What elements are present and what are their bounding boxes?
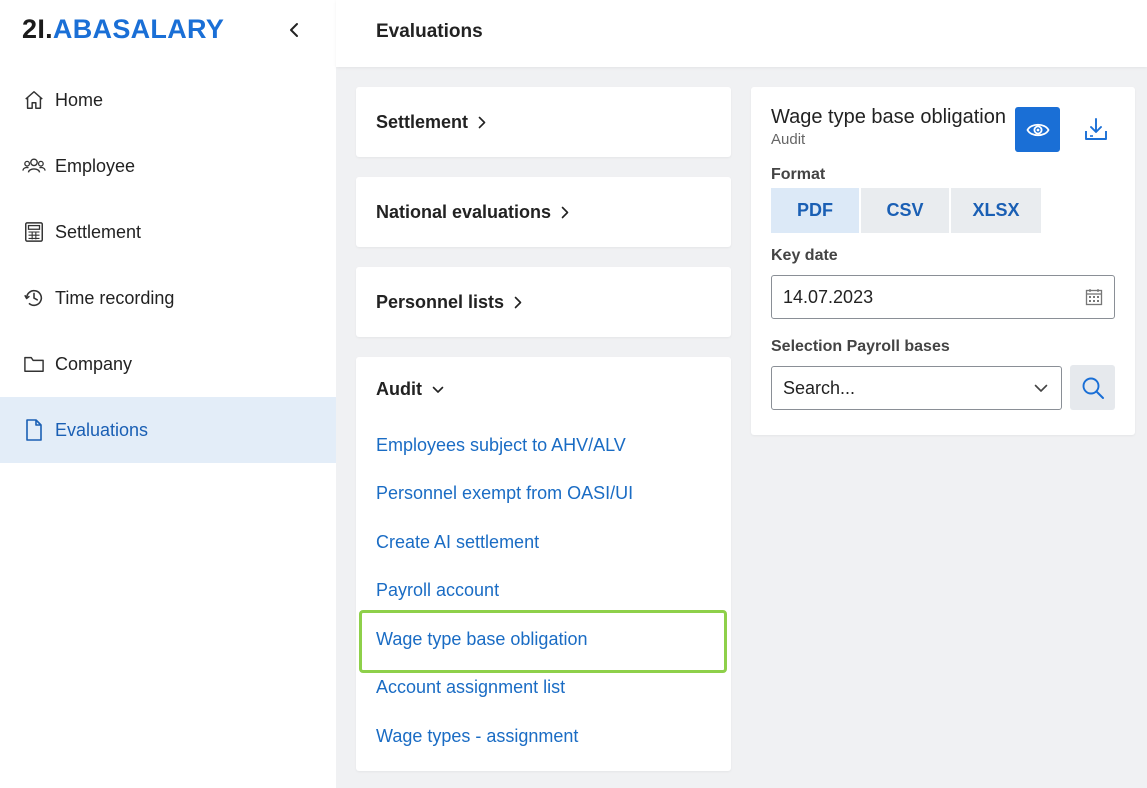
document-icon — [22, 418, 46, 442]
preview-button[interactable] — [1015, 107, 1060, 152]
sidebar-item-company[interactable]: Company — [0, 331, 336, 397]
search-placeholder: Search... — [783, 377, 856, 398]
audit-link-account-assignment-list[interactable]: Account assignment list — [376, 677, 565, 698]
audit-link-wage-type-base-obligation[interactable]: Wage type base obligation — [376, 629, 587, 650]
sidebar-item-time-recording[interactable]: Time recording — [0, 265, 336, 331]
category-card-audit: Audit Employees subject to AHV/ALV Perso… — [356, 357, 731, 771]
eye-icon — [1025, 123, 1050, 136]
sidebar-item-home[interactable]: Home — [0, 67, 336, 133]
key-date-value: 14.07.2023 — [783, 286, 874, 307]
brand-prefix: 2I. — [22, 14, 53, 44]
users-icon — [22, 154, 46, 178]
sidebar-item-settlement[interactable]: Settlement — [0, 199, 336, 265]
payroll-bases-select[interactable]: Search... — [771, 366, 1062, 410]
chevron-right-icon — [478, 116, 486, 129]
sidebar-item-label: Time recording — [55, 287, 175, 308]
audit-link-personnel-exempt-oasi-ui[interactable]: Personnel exempt from OASI/UI — [376, 483, 633, 504]
download-icon — [1084, 117, 1107, 140]
sidebar-item-label: Home — [55, 89, 104, 110]
download-button[interactable] — [1073, 107, 1118, 152]
header-bar: Evaluations — [336, 0, 1147, 67]
category-card-settlement[interactable]: Settlement — [356, 87, 731, 157]
sidebar-nav: Home Employee Settlement Time recording … — [0, 67, 336, 463]
category-title: Personnel lists — [376, 291, 505, 312]
selection-payroll-label: Selection Payroll bases — [771, 338, 950, 355]
audit-link-employees-subject-ahv-alv[interactable]: Employees subject to AHV/ALV — [376, 435, 626, 456]
chevron-left-icon — [290, 23, 298, 37]
chevron-right-icon — [561, 206, 569, 219]
sidebar-item-label: Employee — [55, 155, 136, 176]
sidebar: 2I. ABASALARY Home Employee Settlement T… — [0, 0, 336, 788]
report-panel: Wage type base obligation Audit Format P… — [751, 87, 1135, 435]
search-icon — [1082, 377, 1104, 399]
category-title: National evaluations — [376, 201, 552, 222]
key-date-field[interactable]: 14.07.2023 — [771, 275, 1115, 319]
chevron-down-icon[interactable] — [1031, 378, 1051, 398]
sidebar-item-evaluations[interactable]: Evaluations — [0, 397, 336, 463]
report-title: Wage type base obligation — [771, 106, 1006, 128]
sidebar-item-label: Company — [55, 353, 133, 374]
format-label: Format — [771, 166, 826, 183]
home-icon — [22, 88, 46, 112]
chevron-down-icon — [432, 386, 444, 394]
collapse-sidebar-button[interactable] — [284, 18, 304, 42]
calendar-icon[interactable] — [1084, 287, 1104, 307]
sidebar-item-employee[interactable]: Employee — [0, 133, 336, 199]
audit-link-create-ai-settlement[interactable]: Create AI settlement — [376, 532, 539, 553]
format-selector: PDF CSV XLSX — [771, 188, 1041, 233]
key-date-label: Key date — [771, 247, 838, 264]
brand-name: ABASALARY — [52, 14, 225, 44]
category-card-national-evaluations[interactable]: National evaluations — [356, 177, 731, 247]
audit-link-wage-types-assignment[interactable]: Wage types - assignment — [376, 726, 578, 747]
brand-logo[interactable]: 2I. ABASALARY — [22, 14, 224, 46]
chevron-right-icon — [514, 296, 522, 309]
history-icon — [22, 286, 46, 310]
page-title: Evaluations — [376, 21, 483, 42]
audit-link-payroll-account[interactable]: Payroll account — [376, 580, 499, 601]
format-option-xlsx[interactable]: XLSX — [951, 188, 1041, 233]
category-card-personnel-lists[interactable]: Personnel lists — [356, 267, 731, 337]
search-button[interactable] — [1070, 365, 1115, 410]
folder-icon — [22, 352, 46, 376]
sidebar-item-label: Settlement — [55, 221, 142, 242]
format-option-pdf[interactable]: PDF — [771, 188, 859, 233]
category-title: Audit — [376, 379, 422, 399]
report-subtitle: Audit — [771, 131, 806, 148]
sidebar-item-label: Evaluations — [55, 419, 149, 440]
calculator-icon — [22, 220, 46, 244]
category-title: Settlement — [376, 111, 469, 132]
format-option-csv[interactable]: CSV — [861, 188, 949, 233]
audit-toggle[interactable]: Audit — [376, 379, 444, 400]
